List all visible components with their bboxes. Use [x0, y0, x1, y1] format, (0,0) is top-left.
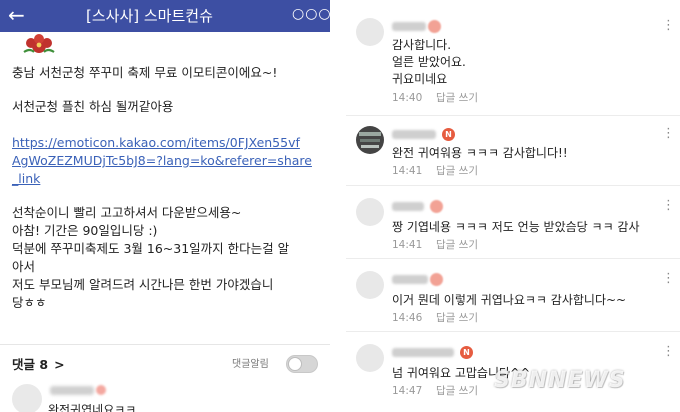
new-badge-icon — [428, 20, 441, 33]
post-text-line: 아서 — [12, 259, 36, 274]
comment-time: 14:40 — [392, 92, 423, 104]
emoticon-link[interactable]: _link — [12, 170, 40, 188]
header-title: [스사사] 스마트컨슈 — [86, 7, 213, 25]
flower-emblem-icon — [23, 34, 55, 53]
blurred-username — [392, 348, 454, 357]
comment-time: 14:41 — [392, 165, 423, 177]
comment-time: 14:47 — [392, 385, 423, 397]
post-text-line: 아참! 기간은 90일입니당 :) — [12, 223, 158, 238]
avatar[interactable] — [356, 198, 384, 226]
blurred-username — [392, 22, 426, 31]
reply-button[interactable]: 답글 쓰기 — [436, 311, 478, 325]
reply-button[interactable]: 답글 쓰기 — [436, 91, 478, 105]
emoticon-link[interactable]: https://emoticon.kakao.com/items/0FJXen5… — [12, 134, 300, 152]
divider — [346, 185, 680, 186]
comment-text: 완전 귀여워용 ㅋㅋㅋ 감사합니다!! — [392, 146, 568, 160]
divider — [0, 344, 330, 345]
comments-panel: ⋮ 감사합니다. 얼른 받았어요. 귀요미네요 14:40 답글 쓰기 N ⋮ … — [346, 0, 680, 412]
blurred-username — [392, 130, 436, 139]
post-text-line: 당ㅎㅎ — [12, 295, 47, 310]
post-text-line: 선착순이니 빨리 고고하셔서 다운받으세용~ — [12, 205, 242, 220]
post-panel: ← [스사사] 스마트컨슈 ○○○ 충남 서천군청 쭈꾸미 축제 무료 이모티콘… — [0, 0, 330, 412]
toggle-knob — [288, 357, 302, 371]
blurred-username — [392, 275, 428, 284]
comment-alarm-toggle[interactable] — [286, 355, 318, 373]
comment-text: 귀요미네요 — [392, 72, 448, 86]
comment-time: 14:46 — [392, 312, 423, 324]
more-vertical-icon[interactable]: ⋮ — [662, 344, 675, 360]
new-badge-icon — [430, 273, 443, 286]
post-text-line: 충남 서천군청 쭈꾸미 축제 무료 이모티콘이에요~! — [12, 65, 278, 80]
divider — [346, 115, 680, 116]
reply-button[interactable]: 답글 쓰기 — [436, 164, 478, 178]
more-vertical-icon[interactable]: ⋮ — [662, 18, 675, 34]
arrow-left-icon[interactable]: ← — [8, 3, 25, 27]
chevron-right-icon: > — [54, 357, 65, 372]
comment-alarm-label: 댓글알림 — [232, 359, 269, 370]
divider — [346, 258, 680, 259]
avatar[interactable] — [356, 126, 384, 154]
emoticon-link[interactable]: AgWoZEZMUDjTc5bJ8=?lang=ko&referer=share — [12, 152, 312, 170]
new-badge-icon — [430, 200, 443, 213]
more-vertical-icon[interactable]: ⋮ — [662, 198, 675, 214]
comment-text: 완전귀엽네요ㅋㅋ — [48, 403, 137, 412]
reply-button[interactable]: 답글 쓰기 — [436, 238, 478, 252]
reply-button[interactable]: 답글 쓰기 — [436, 384, 478, 398]
comment-text: 얼른 받았어요. — [392, 55, 466, 69]
comments-count-label: 댓글 8 — [12, 357, 49, 372]
avatar[interactable] — [356, 271, 384, 299]
more-vertical-icon[interactable]: ⋮ — [662, 271, 675, 287]
new-badge-icon — [96, 385, 106, 395]
app-header: ← [스사사] 스마트컨슈 ○○○ — [0, 0, 330, 32]
comment-text: 감사합니다. — [392, 38, 452, 52]
post-text-line: 서천군청 플친 하심 될꺼같아용 — [12, 99, 174, 114]
watermark: SBNNEWS — [494, 368, 626, 393]
divider — [346, 331, 680, 332]
new-badge-icon: N — [442, 128, 455, 141]
avatar[interactable] — [356, 18, 384, 46]
more-vertical-icon[interactable]: ⋮ — [662, 126, 675, 142]
comment-time: 14:41 — [392, 239, 423, 251]
comment-text: 짱 기엽네용 ㅋㅋㅋ 저도 언능 받았슴당 ㅋㅋ 감사 — [392, 220, 640, 234]
comments-count-button[interactable]: 댓글 8 > — [12, 356, 65, 374]
more-dots-icon[interactable]: ○○○ — [292, 4, 330, 24]
new-badge-icon: N — [460, 346, 473, 359]
comment-text: 이거 뭔데 이렇게 귀엽나요ㅋㅋ 감사합니다~~ — [392, 293, 627, 307]
avatar[interactable] — [356, 344, 384, 372]
blurred-username — [392, 202, 424, 211]
avatar[interactable] — [12, 384, 42, 412]
post-text-line: 덕분에 쭈꾸미축제도 3월 16~31일까지 한다는걸 알 — [12, 241, 290, 256]
panel-gap — [330, 0, 346, 412]
post-text-line: 저도 부모님께 알려드려 시간나믄 한번 가야겠습니 — [12, 277, 274, 292]
blurred-username — [50, 386, 94, 395]
